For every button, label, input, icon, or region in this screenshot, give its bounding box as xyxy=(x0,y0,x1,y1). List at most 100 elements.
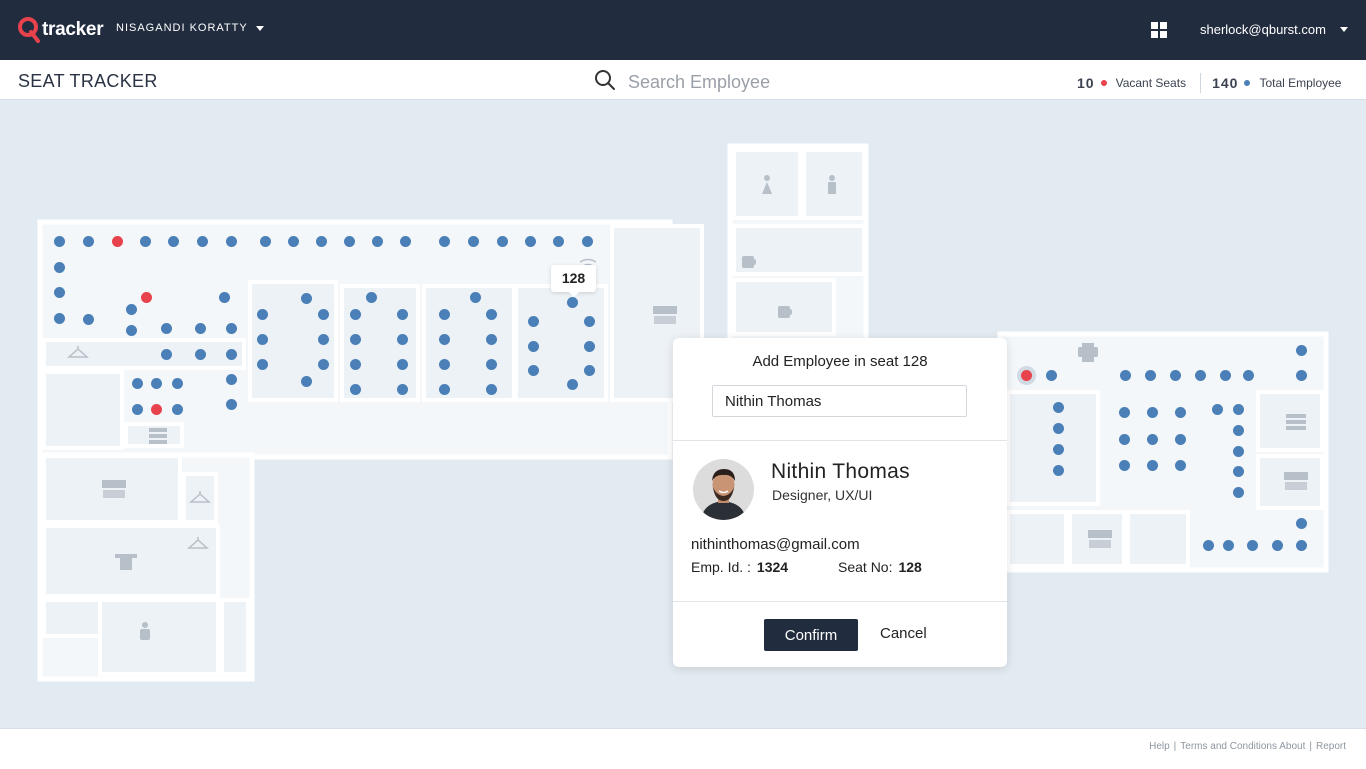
seat-occupied[interactable] xyxy=(584,316,595,327)
seat-occupied[interactable] xyxy=(1053,444,1064,455)
confirm-button[interactable]: Confirm xyxy=(764,619,858,651)
seat-occupied[interactable] xyxy=(344,236,355,247)
seat-occupied[interactable] xyxy=(1175,460,1186,471)
seat-occupied[interactable] xyxy=(439,309,450,320)
seat-occupied[interactable] xyxy=(226,323,237,334)
seat-occupied[interactable] xyxy=(126,304,137,315)
seat-occupied[interactable] xyxy=(1233,446,1244,457)
seat-occupied[interactable] xyxy=(172,378,183,389)
seat-occupied[interactable] xyxy=(260,236,271,247)
seat-occupied[interactable] xyxy=(1147,460,1158,471)
seat-occupied[interactable] xyxy=(366,292,377,303)
seat-occupied[interactable] xyxy=(584,365,595,376)
seat-occupied[interactable] xyxy=(1053,423,1064,434)
seat-occupied[interactable] xyxy=(301,376,312,387)
seat-occupied[interactable] xyxy=(54,262,65,273)
seat-occupied[interactable] xyxy=(582,236,593,247)
seat-occupied[interactable] xyxy=(257,359,268,370)
seat-occupied[interactable] xyxy=(439,236,450,247)
seat-occupied[interactable] xyxy=(528,365,539,376)
seat-occupied[interactable] xyxy=(132,404,143,415)
seat-occupied[interactable] xyxy=(1233,404,1244,415)
seat-occupied[interactable] xyxy=(161,349,172,360)
seat-occupied[interactable] xyxy=(439,334,450,345)
apps-grid-icon[interactable] xyxy=(1151,22,1167,38)
seat-occupied[interactable] xyxy=(161,323,172,334)
seat-occupied[interactable] xyxy=(439,384,450,395)
seat-occupied[interactable] xyxy=(350,334,361,345)
seat-occupied[interactable] xyxy=(219,292,230,303)
seat-occupied[interactable] xyxy=(195,349,206,360)
seat-occupied[interactable] xyxy=(197,236,208,247)
seat-occupied[interactable] xyxy=(397,359,408,370)
seat-occupied[interactable] xyxy=(1296,345,1307,356)
seat-occupied[interactable] xyxy=(350,309,361,320)
seat-occupied[interactable] xyxy=(528,341,539,352)
seat-occupied[interactable] xyxy=(486,334,497,345)
seat-occupied[interactable] xyxy=(54,236,65,247)
seat-occupied[interactable] xyxy=(397,384,408,395)
help-link[interactable]: Help xyxy=(1149,741,1170,752)
seat-occupied[interactable] xyxy=(1119,434,1130,445)
seat-vacant[interactable] xyxy=(151,404,162,415)
seat-occupied[interactable] xyxy=(553,236,564,247)
seat-occupied[interactable] xyxy=(54,313,65,324)
seat-occupied[interactable] xyxy=(151,378,162,389)
seat-occupied[interactable] xyxy=(83,236,94,247)
seat-occupied[interactable] xyxy=(1175,407,1186,418)
seat-occupied[interactable] xyxy=(486,309,497,320)
terms-link[interactable]: Terms and Conditions xyxy=(1180,741,1277,752)
seat-occupied[interactable] xyxy=(83,314,94,325)
seat-occupied[interactable] xyxy=(468,236,479,247)
seat-occupied[interactable] xyxy=(1233,487,1244,498)
seat-occupied[interactable] xyxy=(132,378,143,389)
organization-selector[interactable]: NISAGANDI KORATTY xyxy=(116,22,264,34)
seat-occupied[interactable] xyxy=(301,293,312,304)
seat-occupied[interactable] xyxy=(584,341,595,352)
seat-occupied[interactable] xyxy=(1203,540,1214,551)
seat-occupied[interactable] xyxy=(1247,540,1258,551)
seat-occupied[interactable] xyxy=(1296,370,1307,381)
seat-occupied[interactable] xyxy=(318,359,329,370)
search-employee-input[interactable] xyxy=(626,68,870,96)
seat-occupied[interactable] xyxy=(226,236,237,247)
seat-occupied[interactable] xyxy=(1233,425,1244,436)
seat-occupied[interactable] xyxy=(54,287,65,298)
seat-occupied[interactable] xyxy=(1120,370,1131,381)
seat-occupied[interactable] xyxy=(1212,404,1223,415)
seat-occupied[interactable] xyxy=(1220,370,1231,381)
seat-occupied[interactable] xyxy=(350,359,361,370)
seat-occupied[interactable] xyxy=(397,309,408,320)
about-link[interactable]: About xyxy=(1279,741,1305,752)
seat-occupied[interactable] xyxy=(1053,402,1064,413)
seat-occupied[interactable] xyxy=(168,236,179,247)
seat-occupied[interactable] xyxy=(1233,466,1244,477)
seat-occupied[interactable] xyxy=(400,236,411,247)
seat-occupied[interactable] xyxy=(1296,540,1307,551)
seat-occupied[interactable] xyxy=(1175,434,1186,445)
seat-selected-128[interactable] xyxy=(567,297,578,308)
seat-occupied[interactable] xyxy=(316,236,327,247)
seat-occupied[interactable] xyxy=(1195,370,1206,381)
seat-occupied[interactable] xyxy=(1145,370,1156,381)
seat-occupied[interactable] xyxy=(486,359,497,370)
cancel-button[interactable]: Cancel xyxy=(880,625,927,642)
seat-occupied[interactable] xyxy=(288,236,299,247)
seat-occupied[interactable] xyxy=(397,334,408,345)
seat-occupied[interactable] xyxy=(1272,540,1283,551)
seat-occupied[interactable] xyxy=(439,359,450,370)
seat-occupied[interactable] xyxy=(195,323,206,334)
seat-occupied[interactable] xyxy=(372,236,383,247)
seat-occupied[interactable] xyxy=(318,334,329,345)
seat-occupied[interactable] xyxy=(525,236,536,247)
seat-occupied[interactable] xyxy=(257,334,268,345)
seat-occupied[interactable] xyxy=(257,309,268,320)
seat-occupied[interactable] xyxy=(1147,434,1158,445)
seat-vacant[interactable] xyxy=(112,236,123,247)
seat-occupied[interactable] xyxy=(1053,465,1064,476)
seat-occupied[interactable] xyxy=(1119,460,1130,471)
seat-occupied[interactable] xyxy=(126,325,137,336)
employee-name-input[interactable] xyxy=(712,385,967,417)
seat-occupied[interactable] xyxy=(567,379,578,390)
seat-occupied[interactable] xyxy=(1296,518,1307,529)
